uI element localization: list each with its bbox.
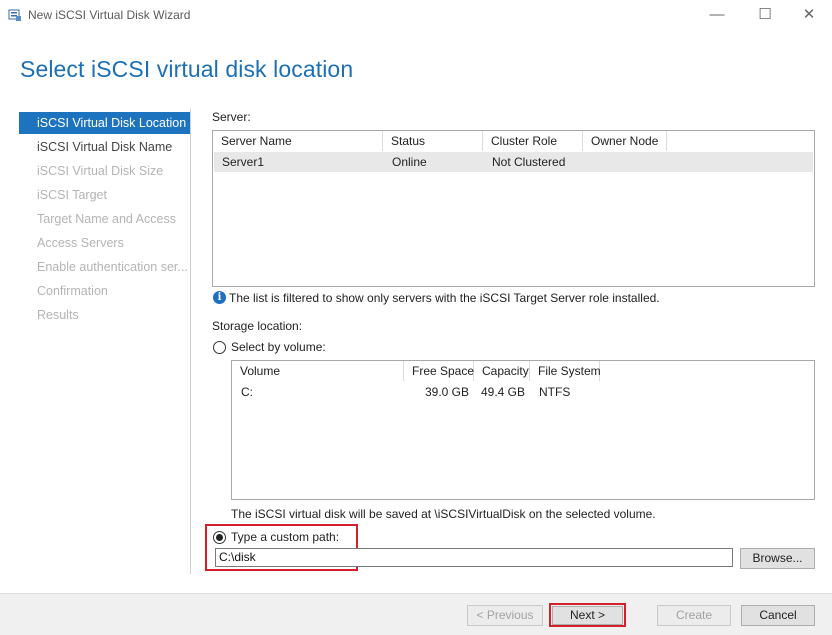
cell-owner-node xyxy=(584,152,592,172)
column-capacity[interactable]: Capacity xyxy=(474,361,530,381)
server-list[interactable]: Server Name Status Cluster Role Owner No… xyxy=(212,130,815,287)
cell-server-name: Server1 xyxy=(222,155,265,169)
cell-volume: C: xyxy=(241,385,253,399)
cell-file-system: NTFS xyxy=(539,385,571,399)
wizard-app-icon xyxy=(8,9,21,21)
nav-step-iscsi-target: iSCSI Target xyxy=(37,188,107,202)
cell-status: Online xyxy=(392,155,427,169)
volume-list-header: Volume Free Space Capacity File System xyxy=(232,361,814,381)
title-bar: New iSCSI Virtual Disk Wizard — ☐ ✕ xyxy=(0,0,832,30)
next-button[interactable]: Next > xyxy=(552,606,623,625)
cell-cluster-role: Not Clustered xyxy=(492,155,566,169)
save-location-note: The iSCSI virtual disk will be saved at … xyxy=(231,507,656,521)
nav-step-access-servers: Access Servers xyxy=(37,236,124,250)
table-row[interactable]: C: 39.0 GB 49.4 GB NTFS xyxy=(233,382,813,402)
column-free-space[interactable]: Free Space xyxy=(404,361,474,381)
storage-location-label: Storage location: xyxy=(212,319,303,333)
server-label: Server: xyxy=(212,110,251,124)
nav-step-confirmation: Confirmation xyxy=(37,284,108,298)
maximize-button[interactable]: ☐ xyxy=(742,0,788,30)
nav-step-target-name: Target Name and Access xyxy=(37,212,176,226)
cancel-button[interactable]: Cancel xyxy=(741,605,815,626)
create-button[interactable]: Create xyxy=(657,605,731,626)
nav-step-authentication: Enable authentication ser... xyxy=(37,260,188,274)
nav-step-results: Results xyxy=(37,308,79,322)
column-file-system[interactable]: File System xyxy=(530,361,601,381)
column-cluster-role[interactable]: Cluster Role xyxy=(483,131,583,151)
info-icon: i xyxy=(213,291,226,304)
filter-info-text: The list is filtered to show only server… xyxy=(229,291,660,305)
select-by-volume-radio[interactable] xyxy=(213,341,226,354)
nav-step-disk-location[interactable]: iSCSI Virtual Disk Location xyxy=(19,112,190,134)
select-by-volume-label[interactable]: Select by volume: xyxy=(231,340,326,354)
column-status[interactable]: Status xyxy=(383,131,483,151)
wizard-steps-nav: iSCSI Virtual Disk Location iSCSI Virtua… xyxy=(19,109,191,574)
nav-step-disk-size: iSCSI Virtual Disk Size xyxy=(37,164,164,178)
minimize-button[interactable]: — xyxy=(694,0,740,30)
column-volume[interactable]: Volume xyxy=(232,361,404,381)
cell-free-space: 39.0 GB xyxy=(424,385,469,399)
window-title: New iSCSI Virtual Disk Wizard xyxy=(28,8,191,22)
custom-path-radio[interactable] xyxy=(213,531,226,544)
close-button[interactable]: ✕ xyxy=(786,0,832,30)
column-server-name[interactable]: Server Name xyxy=(213,131,383,151)
column-owner-node[interactable]: Owner Node xyxy=(583,131,667,151)
cell-capacity: 49.4 GB xyxy=(480,385,525,399)
page-title: Select iSCSI virtual disk location xyxy=(20,56,354,82)
nav-step-disk-name[interactable]: iSCSI Virtual Disk Name xyxy=(19,136,190,158)
custom-path-label[interactable]: Type a custom path: xyxy=(231,530,339,544)
browse-button[interactable]: Browse... xyxy=(740,548,815,569)
server-list-header: Server Name Status Cluster Role Owner No… xyxy=(213,131,814,151)
volume-list[interactable]: Volume Free Space Capacity File System C… xyxy=(231,360,815,500)
table-row[interactable]: Server1 Online Not Clustered xyxy=(214,152,813,172)
custom-path-input[interactable]: C:\disk xyxy=(215,548,733,567)
previous-button[interactable]: < Previous xyxy=(467,605,543,626)
